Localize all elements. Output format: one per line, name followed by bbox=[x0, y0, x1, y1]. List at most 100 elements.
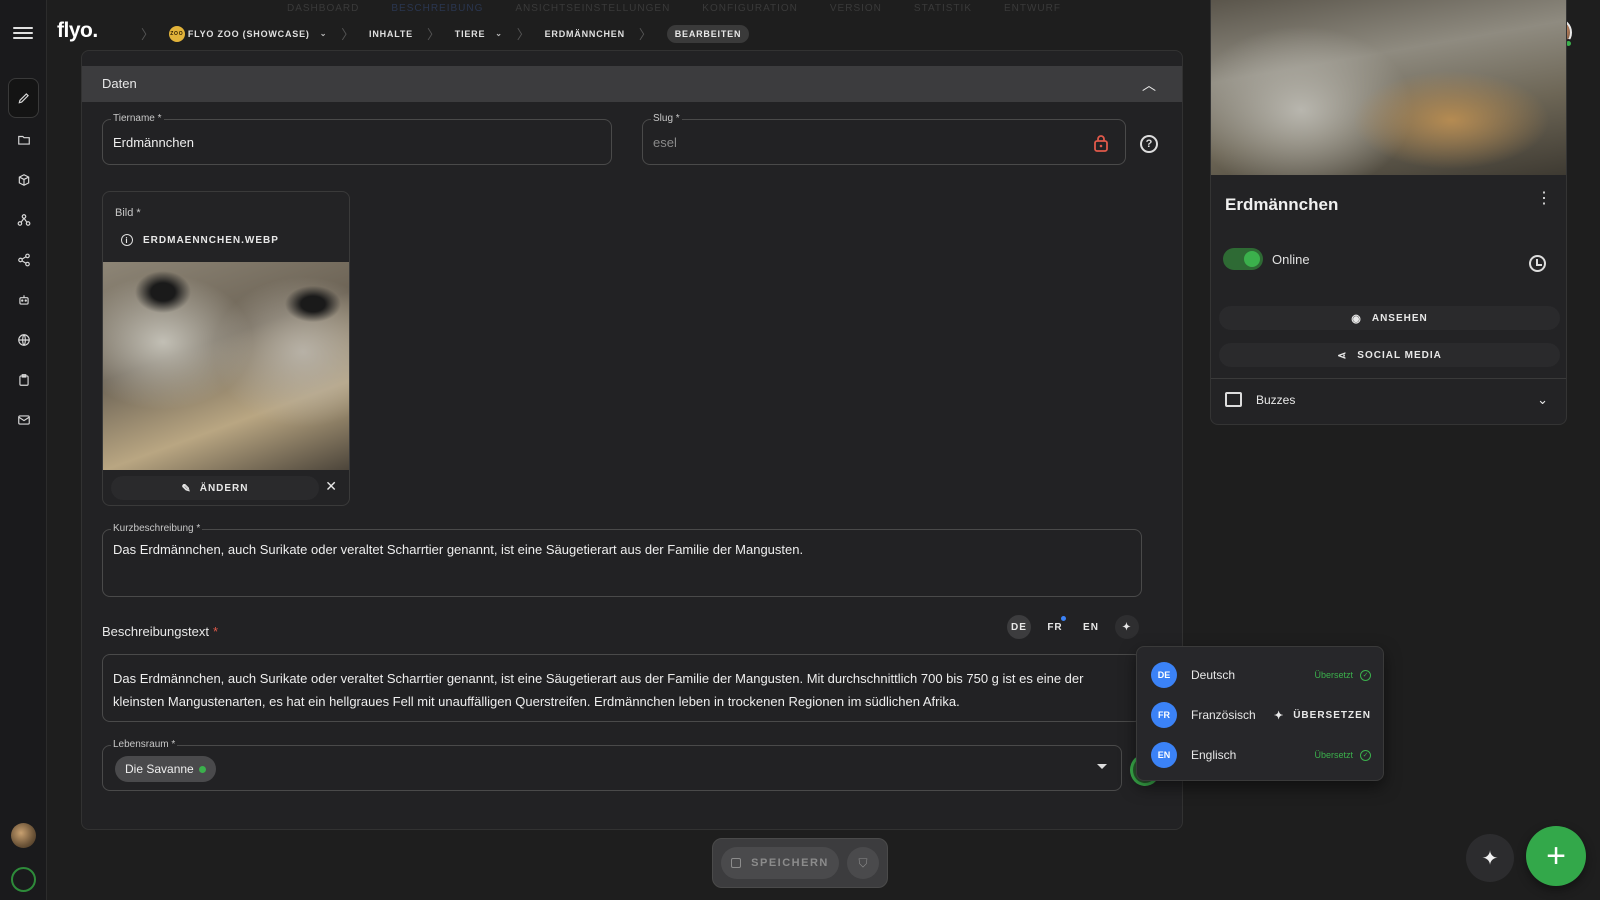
translation-row-de[interactable]: DE Deutsch Übersetzt ✓ bbox=[1151, 661, 1371, 689]
status-dot bbox=[198, 765, 206, 773]
image-filename: i ERDMAENNCHEN.WEBP bbox=[121, 234, 279, 246]
lang-tab-de[interactable]: DE bbox=[1007, 615, 1031, 639]
translation-row-en[interactable]: EN Englisch Übersetzt ✓ bbox=[1151, 741, 1371, 769]
ai-translate-icon[interactable]: ✦ bbox=[1115, 615, 1139, 639]
online-toggle[interactable] bbox=[1223, 248, 1263, 270]
faded-tab: ANSICHTSEINSTELLUNGEN bbox=[515, 3, 671, 14]
view-button[interactable]: ◉ ANSEHEN bbox=[1219, 306, 1560, 330]
add-button[interactable]: + bbox=[1526, 826, 1586, 886]
eye-icon: ◉ bbox=[1351, 312, 1362, 325]
chevron-down-icon[interactable]: ⌄ bbox=[1537, 392, 1548, 408]
lebensraum-label: Lebensraum * bbox=[111, 739, 178, 750]
shield-icon[interactable]: ⛉ bbox=[847, 847, 879, 879]
globe-icon[interactable] bbox=[8, 325, 39, 355]
faded-tab: KONFIGURATION bbox=[702, 3, 798, 14]
lock-icon[interactable] bbox=[1093, 134, 1109, 152]
faded-tab: ENTWURF bbox=[1003, 3, 1061, 14]
buzzes-row[interactable]: Buzzes bbox=[1225, 392, 1295, 407]
lang-code-badge: EN bbox=[1151, 742, 1177, 768]
more-vert-icon[interactable]: ⋮ bbox=[1536, 191, 1552, 207]
flyo-logo[interactable]: flyo. bbox=[57, 19, 98, 43]
ai-sparkle-icon[interactable]: ✦ bbox=[1466, 834, 1514, 882]
background-tabs: DASHBOARD BESCHREIBUNG ANSICHTSEINSTELLU… bbox=[287, 3, 1061, 14]
breadcrumb-separator-icon: 〉 bbox=[516, 27, 531, 42]
faded-tab: STATISTIK bbox=[913, 3, 972, 14]
folder-icon[interactable] bbox=[8, 125, 39, 155]
lang-name: Deutsch bbox=[1191, 668, 1236, 682]
tiername-value[interactable]: Erdmännchen bbox=[113, 135, 194, 150]
status-text: Übersetzt bbox=[1314, 670, 1353, 680]
progress-ring-icon[interactable] bbox=[11, 867, 36, 892]
breadcrumb-separator-icon: 〉 bbox=[426, 27, 441, 42]
buzzes-label: Buzzes bbox=[1256, 392, 1296, 407]
cube-icon[interactable] bbox=[8, 165, 39, 195]
lebensraum-chip-label: Die Savanne bbox=[125, 762, 194, 776]
lang-code-badge: DE bbox=[1151, 662, 1177, 688]
breadcrumb-separator-icon: 〉 bbox=[638, 27, 653, 42]
filename-text: ERDMAENNCHEN.WEBP bbox=[143, 234, 279, 246]
save-bar: SPEICHERN ⛉ bbox=[712, 838, 888, 888]
translation-popover: DE Deutsch Übersetzt ✓ FR Französisch ✦ … bbox=[1136, 646, 1384, 781]
clipboard-icon[interactable] bbox=[8, 365, 39, 395]
pencil-icon: ✎ bbox=[181, 482, 192, 495]
robot-icon[interactable] bbox=[8, 285, 39, 315]
save-icon bbox=[731, 858, 742, 868]
left-rail bbox=[0, 0, 47, 900]
lang-tab-fr[interactable]: FR bbox=[1043, 615, 1067, 639]
translation-row-fr[interactable]: FR Französisch ✦ ÜBERSETZEN bbox=[1151, 701, 1371, 729]
preview-image bbox=[1211, 0, 1566, 175]
change-image-label: ÄNDERN bbox=[199, 482, 249, 494]
breadcrumb-inhalte[interactable]: INHALTE bbox=[369, 29, 413, 39]
change-image-button[interactable]: ✎ ÄNDERN bbox=[111, 476, 319, 500]
workspace-logo: ZOO bbox=[168, 25, 185, 42]
unsaved-dot bbox=[1061, 616, 1066, 621]
lebensraum-chip[interactable]: Die Savanne bbox=[115, 756, 216, 782]
save-button[interactable]: SPEICHERN bbox=[721, 847, 839, 879]
translate-button[interactable]: ✦ ÜBERSETZEN bbox=[1274, 709, 1371, 722]
breadcrumb-workspace[interactable]: FLYO ZOO (SHOWCASE) bbox=[188, 29, 310, 39]
workspace-avatar[interactable] bbox=[11, 823, 36, 848]
meerkat-image bbox=[103, 262, 349, 470]
breadcrumb-separator-icon: 〉 bbox=[141, 27, 155, 42]
required-mark: * bbox=[212, 624, 219, 639]
remove-image-icon[interactable]: ✕ bbox=[325, 478, 337, 495]
section-header[interactable]: Daten ︿ bbox=[82, 66, 1182, 102]
edit-icon[interactable] bbox=[8, 78, 39, 118]
clock-icon[interactable] bbox=[1529, 255, 1546, 272]
beschreibungstext-value[interactable]: Das Erdmännchen, auch Surikate oder vera… bbox=[113, 667, 1107, 713]
dropdown-caret-icon[interactable] bbox=[1097, 764, 1107, 769]
check-circle-icon: ✓ bbox=[1360, 669, 1371, 681]
menu-icon[interactable] bbox=[13, 24, 33, 42]
help-icon[interactable]: ? bbox=[1140, 135, 1158, 153]
kurzbeschreibung-field[interactable]: Kurzbeschreibung * Das Erdmännchen, auch… bbox=[102, 523, 1142, 597]
faded-tab: BESCHREIBUNG bbox=[391, 3, 484, 14]
beschreibungstext-label: Beschreibungstext bbox=[102, 624, 209, 639]
slug-value[interactable]: esel bbox=[653, 135, 677, 150]
sparkle-icon: ✦ bbox=[1273, 709, 1285, 722]
tiername-field[interactable]: Tiername * Erdmännchen bbox=[102, 113, 612, 165]
comment-icon bbox=[1225, 392, 1242, 407]
kurzbeschreibung-value[interactable]: Das Erdmännchen, auch Surikate oder vera… bbox=[113, 542, 1131, 557]
lang-tab-en[interactable]: EN bbox=[1079, 615, 1103, 639]
lebensraum-field[interactable]: Lebensraum * Die Savanne bbox=[102, 739, 1122, 791]
share-icon[interactable] bbox=[8, 245, 39, 275]
breadcrumb: 〉 ZOO FLYO ZOO (SHOWCASE) ⌄ 〉 INHALTE 〉 … bbox=[127, 24, 750, 43]
translation-status: Übersetzt ✓ bbox=[1314, 749, 1371, 761]
beschreibungstext-editor[interactable]: Das Erdmännchen, auch Surikate oder vera… bbox=[102, 654, 1142, 722]
breadcrumb-erdmaennchen[interactable]: ERDMÄNNCHEN bbox=[545, 29, 625, 39]
tiername-label: Tiername * bbox=[111, 113, 164, 124]
translate-label: ÜBERSETZEN bbox=[1293, 709, 1371, 721]
chevron-down-icon[interactable]: ⌄ bbox=[320, 29, 328, 38]
slug-field[interactable]: Slug * esel bbox=[642, 113, 1126, 165]
status-text: Übersetzt bbox=[1314, 750, 1353, 760]
social-media-button[interactable]: ⋖ SOCIAL MEDIA bbox=[1219, 343, 1560, 367]
social-media-label: SOCIAL MEDIA bbox=[1357, 349, 1442, 361]
section-title: Daten bbox=[102, 76, 137, 91]
info-icon[interactable]: i bbox=[121, 234, 133, 246]
chevron-up-icon[interactable]: ︿ bbox=[1142, 75, 1156, 95]
mail-icon[interactable] bbox=[8, 405, 39, 435]
webhook-icon[interactable] bbox=[8, 205, 39, 235]
panel-title: Erdmännchen bbox=[1225, 195, 1339, 214]
chevron-down-icon[interactable]: ⌄ bbox=[495, 29, 503, 38]
breadcrumb-tiere[interactable]: TIERE bbox=[455, 29, 486, 39]
